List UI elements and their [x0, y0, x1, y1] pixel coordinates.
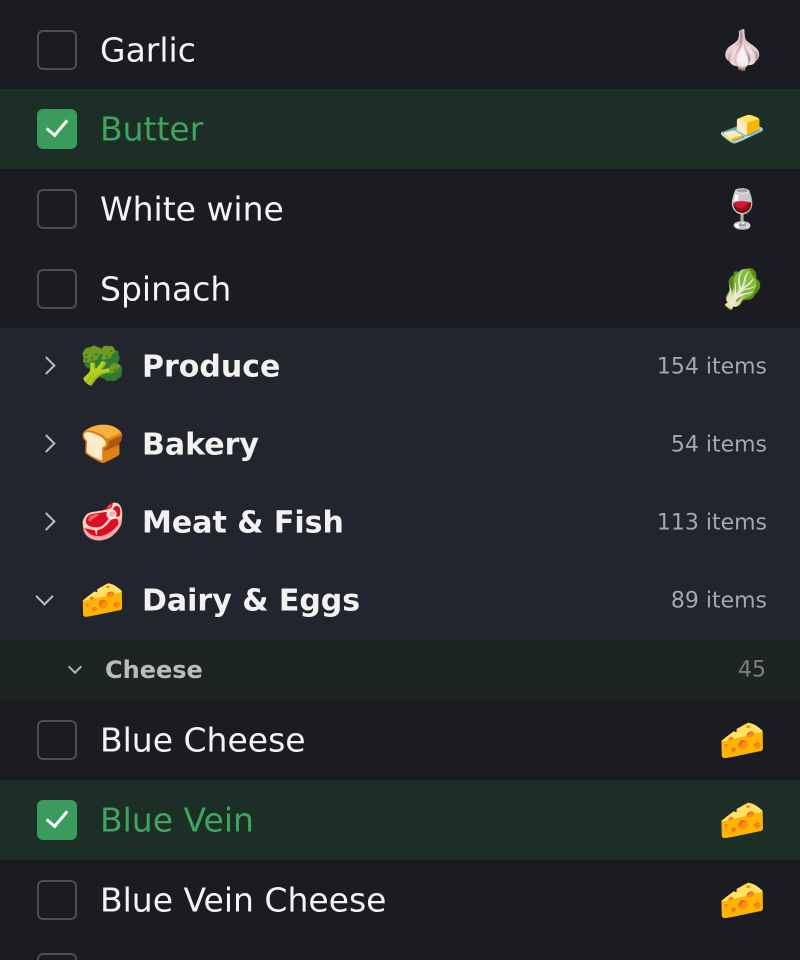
garlic-icon: 🧄: [718, 28, 766, 72]
item-label: Blue Vein Cheese: [100, 880, 387, 920]
category-count: 113 items: [656, 510, 767, 536]
list-item-blue-vein-cheese[interactable]: Blue Vein Cheese 🧀: [0, 860, 800, 940]
subcategory-label: Cheese: [105, 656, 203, 684]
category-count: 89 items: [670, 588, 767, 614]
subcategory-count: 45: [738, 657, 766, 683]
item-label: Blue Cheese: [100, 720, 306, 760]
leafy-green-icon: 🥬: [718, 267, 766, 311]
category-label: Meat & Fish: [142, 505, 344, 541]
category-label: Dairy & Eggs: [142, 583, 361, 619]
checkmark-icon: [45, 113, 69, 138]
item-label: Blue Vein: [100, 800, 254, 840]
checkbox[interactable]: [37, 880, 77, 920]
category-label: Produce: [142, 349, 281, 385]
subcategory-cheese[interactable]: Cheese 45: [0, 640, 800, 700]
item-label: Butter: [100, 109, 204, 149]
category-count: 54 items: [670, 432, 767, 458]
list-item-garlic[interactable]: Garlic 🧄: [0, 10, 800, 90]
item-label: Spinach: [100, 269, 232, 309]
chevron-right-icon[interactable]: [37, 356, 56, 375]
cheese-icon: 🧀: [80, 580, 125, 621]
checkbox[interactable]: [37, 30, 77, 70]
grocery-list: Garlic 🧄 Butter 🧈 White wine 🍷 Spinach 🥬…: [0, 0, 800, 960]
item-label: White wine: [100, 189, 284, 229]
category-label: Bakery: [142, 427, 259, 463]
checkbox[interactable]: [37, 269, 77, 309]
list-item-butter[interactable]: Butter 🧈: [0, 89, 800, 169]
list-item-blue-cheese[interactable]: Blue Cheese 🧀: [0, 700, 800, 780]
category-meat-fish[interactable]: 🥩 Meat & Fish 113 items: [0, 484, 800, 562]
category-dairy-eggs[interactable]: 🧀 Dairy & Eggs 89 items: [0, 562, 800, 640]
checkbox[interactable]: [37, 109, 77, 149]
checkbox[interactable]: [37, 953, 77, 960]
chevron-down-icon[interactable]: [67, 659, 83, 675]
checkbox[interactable]: [37, 800, 77, 840]
bread-icon: 🍞: [80, 424, 125, 465]
checkmark-icon: [45, 804, 69, 829]
meat-icon: 🥩: [80, 502, 125, 543]
cheese-icon: 🧀: [718, 798, 766, 842]
checkbox[interactable]: [37, 720, 77, 760]
category-produce[interactable]: 🥦 Produce 154 items: [0, 328, 800, 406]
broccoli-icon: 🥦: [80, 346, 125, 387]
checkbox[interactable]: [37, 189, 77, 229]
cheese-icon: 🧀: [718, 878, 766, 922]
list-item-spinach[interactable]: Spinach 🥬: [0, 249, 800, 329]
list-item-blue-vein[interactable]: Blue Vein 🧀: [0, 780, 800, 860]
category-count: 154 items: [656, 354, 767, 380]
butter-icon: 🧈: [718, 107, 766, 151]
chevron-down-icon[interactable]: [35, 587, 54, 606]
item-label: Garlic: [100, 30, 196, 70]
chevron-right-icon[interactable]: [37, 434, 56, 453]
cheese-icon: 🧀: [718, 718, 766, 762]
list-item-white-wine[interactable]: White wine 🍷: [0, 169, 800, 249]
category-bakery[interactable]: 🍞 Bakery 54 items: [0, 406, 800, 484]
chevron-right-icon[interactable]: [37, 512, 56, 531]
wine-glass-icon: 🍷: [718, 187, 766, 231]
